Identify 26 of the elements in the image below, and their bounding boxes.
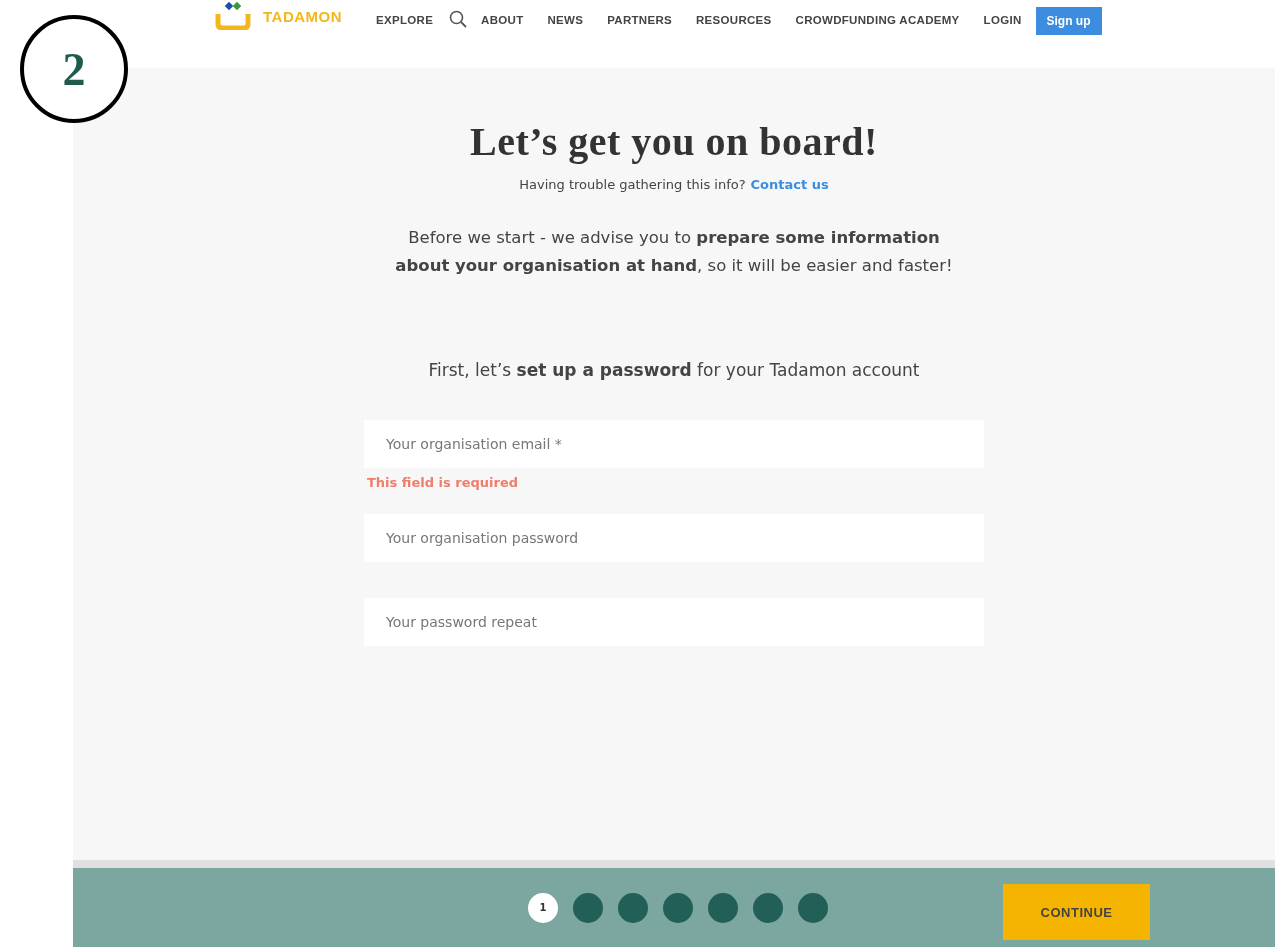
step-dot[interactable]	[753, 892, 783, 923]
step-dot[interactable]	[573, 892, 603, 923]
password-intro-text: First, let’s set up a password for your Tadamon account	[428, 360, 920, 380]
nav-link[interactable]: CROWDFUNDING ACADEMY	[795, 7, 960, 26]
search-icon[interactable]	[449, 10, 468, 28]
input-field[interactable]: Your password repeat	[364, 598, 984, 646]
step-dot[interactable]	[618, 892, 648, 923]
step-dot[interactable]	[798, 892, 828, 923]
input-field[interactable]: Your organisation email *	[364, 420, 984, 468]
logo-icon	[215, 2, 251, 30]
nav-link[interactable]: ABOUT	[481, 7, 524, 26]
intro-text: Before we start - we advise you to prepare some information about your organisation at hand, so it will be easier and faster!	[394, 227, 954, 277]
error-message: This field is required	[367, 475, 520, 490]
nav-link[interactable]: PARTNERS	[607, 7, 672, 26]
nav-link[interactable]: NEWS	[547, 7, 584, 26]
step-dot[interactable]: 1	[528, 892, 558, 923]
nav-link[interactable]: LOGIN	[983, 7, 1022, 26]
help-text: Having trouble gathering this info?	[519, 177, 746, 192]
step-dot[interactable]	[663, 892, 693, 923]
step-dot[interactable]	[708, 892, 738, 923]
step-number-badge: 2	[20, 15, 128, 123]
input-field[interactable]: Your organisation password	[364, 514, 984, 562]
nav-link[interactable]: EXPLORE	[376, 7, 434, 26]
nav-link[interactable]: RESOURCES	[696, 7, 772, 26]
page-title: Let’s get you on board!	[470, 118, 878, 165]
continue-button[interactable]: CONTINUE	[1003, 884, 1150, 940]
